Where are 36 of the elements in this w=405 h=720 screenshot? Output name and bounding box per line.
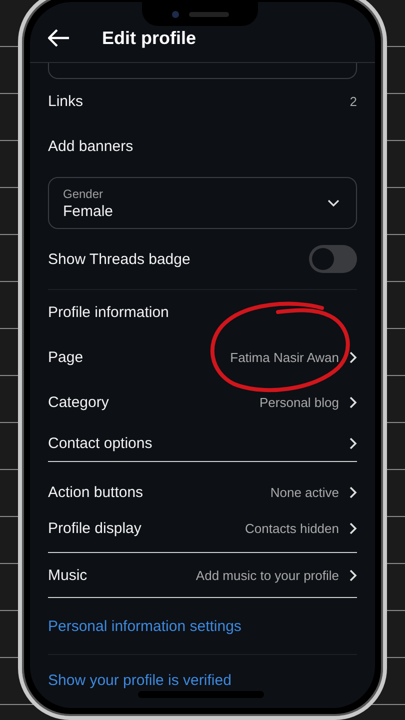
row-label: Music: [48, 566, 88, 584]
settings-row[interactable]: Contact options: [48, 425, 357, 461]
row-value: Add music to your profile: [196, 568, 339, 582]
settings-row[interactable]: Links 2: [48, 79, 357, 124]
settings-row[interactable]: Profile display Contacts hidden: [48, 510, 357, 546]
screen-title: Edit profile: [102, 28, 196, 48]
camera-icon: [172, 10, 178, 18]
field-label: Gender: [63, 186, 104, 200]
settings-row[interactable]: Music Add music to your profile: [48, 553, 357, 597]
row-label: Page: [48, 349, 84, 366]
gender-dropdown[interactable]: Gender Female: [48, 177, 357, 229]
settings-row[interactable]: Add banners: [48, 124, 357, 169]
settings-row[interactable]: Category Personal blog: [48, 380, 357, 425]
row-value: None active: [270, 484, 339, 500]
row-value: Contacts hidden: [245, 520, 339, 536]
chevron-down-icon: [327, 199, 340, 207]
link[interactable]: Personal information settings: [48, 618, 242, 634]
row-label: Action buttons: [48, 484, 144, 500]
row-label: Show Threads badge: [48, 250, 190, 268]
section-heading: Profile information: [48, 304, 169, 321]
row-label: Links: [48, 93, 84, 110]
settings-row[interactable]: Page Fatima Nasir Awan: [48, 335, 357, 380]
back-icon[interactable]: [48, 29, 70, 47]
row-value: Personal blog: [260, 395, 339, 410]
toggle-switch[interactable]: [309, 245, 357, 273]
row-value: 2: [350, 94, 357, 109]
row-label: Profile display: [48, 520, 142, 536]
text-field[interactable]: [48, 63, 357, 79]
settings-row[interactable]: Action buttons None active: [48, 474, 357, 510]
row-label: Category: [48, 394, 109, 411]
link[interactable]: Show your profile is verified: [48, 672, 232, 688]
row-label: Contact options: [48, 434, 152, 452]
field-value: Female: [63, 202, 114, 220]
row-value: Fatima Nasir Awan: [230, 350, 339, 365]
speaker-icon: [188, 12, 228, 16]
row-label: Add banners: [48, 138, 134, 155]
